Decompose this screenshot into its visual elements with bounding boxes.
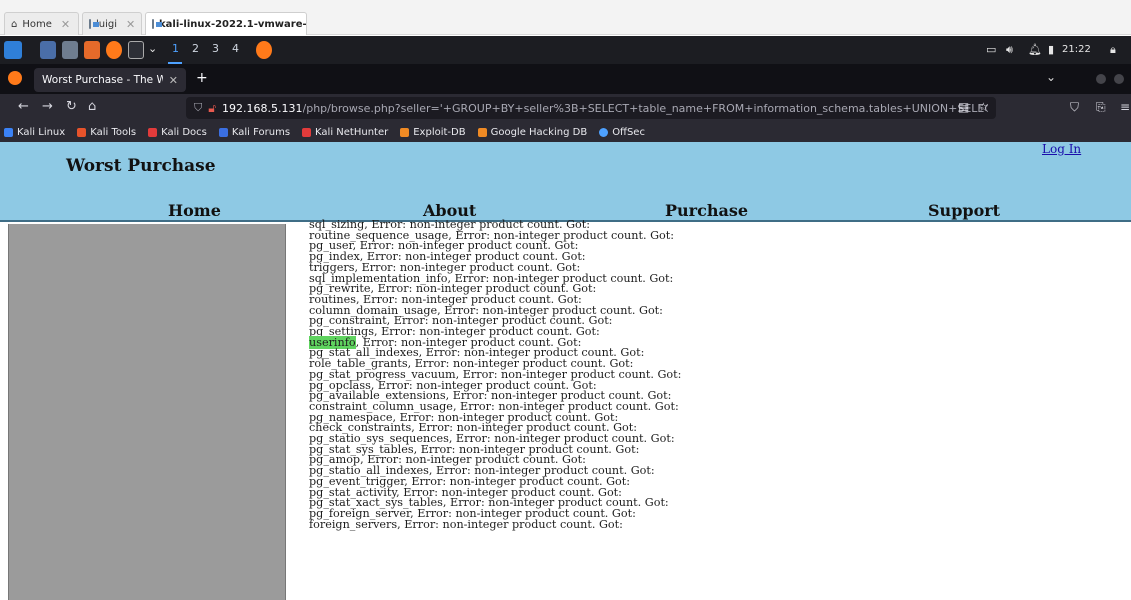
- pocket-icon[interactable]: ⛉: [1070, 100, 1079, 115]
- host-tab-strip: ⌂ Home ✕ luigi ✕ kali-linux-2022.1-vmwar…: [0, 0, 1131, 35]
- shield-icon[interactable]: ⛉: [194, 101, 202, 115]
- host-tab-luigi[interactable]: luigi ✕: [82, 12, 142, 35]
- volume-icon[interactable]: 🔊︎: [1006, 43, 1013, 57]
- web-page: Worst Purchase Log In Home About Purchas…: [0, 142, 1131, 600]
- bookmark-star-icon[interactable]: ☆: [978, 100, 989, 114]
- bookmark-label: Exploit-DB: [413, 126, 466, 138]
- bookmark-label: Kali Linux: [17, 126, 66, 138]
- firefox-view-icon[interactable]: [8, 71, 22, 85]
- reload-icon[interactable]: ↻: [66, 99, 77, 114]
- vm-icon: [89, 19, 99, 29]
- host-tab-label: Home: [22, 18, 52, 30]
- terminal-icon[interactable]: [128, 41, 144, 59]
- battery-icon: ▮: [1048, 43, 1055, 56]
- bookmark-exploit-db[interactable]: Exploit-DB: [400, 126, 466, 138]
- forward-icon[interactable]: →: [42, 99, 53, 114]
- navigation-bar: ← → ↻ ⌂ ⛉ 🔓︎ 192.168.5.131/php/browse.ph…: [0, 94, 1131, 122]
- offsec-icon: [599, 127, 609, 137]
- kali-linux-icon: [4, 127, 13, 137]
- insecure-lock-icon[interactable]: 🔓︎: [208, 101, 216, 116]
- sidebar: [8, 224, 286, 600]
- query-results: sql_sizing, Error: non-integer product c…: [309, 219, 869, 531]
- new-tab-button[interactable]: +: [196, 70, 208, 86]
- close-icon[interactable]: ✕: [169, 74, 178, 87]
- url-path: /php/browse.php?seller='+GROUP+BY+seller…: [302, 101, 988, 115]
- workspace-2[interactable]: 2: [192, 42, 199, 55]
- host-tab-kali[interactable]: kali-linux-2022.1-vmware-a... ✕: [145, 12, 307, 35]
- host-tab-label: kali-linux-2022.1-vmware-a...: [159, 18, 307, 30]
- file-manager-icon[interactable]: [62, 41, 78, 59]
- terminal-window-icon[interactable]: [40, 41, 56, 59]
- reader-mode-icon[interactable]: ▤: [958, 100, 969, 114]
- bookmark-label: Kali Forums: [231, 126, 291, 138]
- kali-menu-icon[interactable]: [4, 41, 22, 59]
- bookmark-label: Kali Tools: [90, 126, 137, 138]
- google-hacking-db-icon: [477, 127, 487, 137]
- tab-list-chevron-icon[interactable]: ⌄: [1046, 70, 1056, 84]
- nav-purchase[interactable]: Purchase: [665, 201, 748, 220]
- minimize-icon[interactable]: [1096, 74, 1106, 84]
- site-header: Worst Purchase Log In Home About Purchas…: [0, 142, 1131, 222]
- bookmark-kali-forums[interactable]: Kali Forums: [218, 126, 291, 138]
- bookmark-kali-docs[interactable]: Kali Docs: [148, 127, 207, 138]
- bookmark-label: Kali NetHunter: [315, 126, 389, 138]
- bookmark-kali-tools[interactable]: Kali Tools: [77, 127, 136, 138]
- host-tab-label: luigi: [96, 18, 118, 30]
- lock-icon[interactable]: 🔒︎: [1110, 43, 1116, 57]
- bookmark-offsec[interactable]: OffSec: [599, 127, 645, 138]
- display-icon[interactable]: ▭: [986, 43, 996, 56]
- bookmark-label: Google Hacking DB: [490, 126, 588, 138]
- vm-icon: [152, 19, 162, 29]
- firefox-task-icon[interactable]: [256, 41, 272, 59]
- menu-icon[interactable]: ≡: [1120, 100, 1130, 114]
- result-row: foreign_servers, Error: non-integer prod…: [309, 517, 869, 531]
- bookmark-kali-linux[interactable]: Kali Linux: [4, 127, 65, 138]
- maximize-icon[interactable]: [1114, 74, 1124, 84]
- exploit-db-icon: [400, 127, 410, 137]
- workspace-1[interactable]: 1: [172, 42, 179, 55]
- kali-docs-icon: [148, 127, 158, 137]
- bookmark-label: Kali Docs: [161, 126, 207, 138]
- kali-tools-icon: [77, 127, 87, 137]
- bookmark-label: OffSec: [612, 126, 645, 138]
- bookmarks-toolbar: Kali Linux Kali Tools Kali Docs Kali For…: [0, 122, 1131, 142]
- kali-nethunter-icon: [302, 127, 312, 137]
- firefox-icon[interactable]: [106, 41, 122, 59]
- chevron-down-icon[interactable]: ⌄: [148, 42, 157, 55]
- site-title: Worst Purchase: [66, 156, 216, 176]
- kali-forums-icon: [218, 127, 228, 137]
- home-icon: ⌂: [11, 18, 18, 30]
- url-bar[interactable]: ⛉ 🔓︎ 192.168.5.131/php/browse.php?seller…: [186, 97, 996, 119]
- workspace-4[interactable]: 4: [232, 42, 239, 55]
- close-icon[interactable]: ✕: [61, 18, 70, 31]
- error-text: , Error: non-integer product count. Got:: [397, 517, 623, 531]
- bookmark-kali-nethunter[interactable]: Kali NetHunter: [302, 127, 388, 138]
- close-icon[interactable]: ✕: [126, 18, 135, 31]
- back-icon[interactable]: ←: [18, 99, 29, 114]
- browser-tab-title: Worst Purchase - The Worst: [42, 74, 163, 86]
- table-name: foreign_servers: [309, 517, 398, 531]
- login-link[interactable]: Log In: [1042, 142, 1081, 156]
- nav-support[interactable]: Support: [928, 201, 1000, 220]
- host-tab-home[interactable]: ⌂ Home ✕: [4, 12, 79, 35]
- bookmark-google-hacking-db[interactable]: Google Hacking DB: [477, 126, 588, 138]
- workspace-3[interactable]: 3: [212, 42, 219, 55]
- home-icon[interactable]: ⌂: [88, 99, 96, 114]
- kali-panel: ⌄ 1 2 3 4 ▭ 🔊︎ 🔔︎ ▮ 21:22 🔒︎: [0, 36, 1131, 64]
- browser-tab-strip: Worst Purchase - The Worst ✕ + ⌄: [0, 64, 1131, 94]
- extensions-icon[interactable]: ⎘: [1096, 100, 1106, 115]
- url-host: 192.168.5.131: [222, 101, 303, 115]
- notification-icon[interactable]: 🔔︎: [1028, 43, 1042, 56]
- nav-home[interactable]: Home: [168, 201, 221, 220]
- clock: 21:22: [1062, 44, 1091, 55]
- browser-tab-active[interactable]: Worst Purchase - The Worst ✕: [34, 68, 186, 92]
- text-editor-icon[interactable]: [84, 41, 100, 59]
